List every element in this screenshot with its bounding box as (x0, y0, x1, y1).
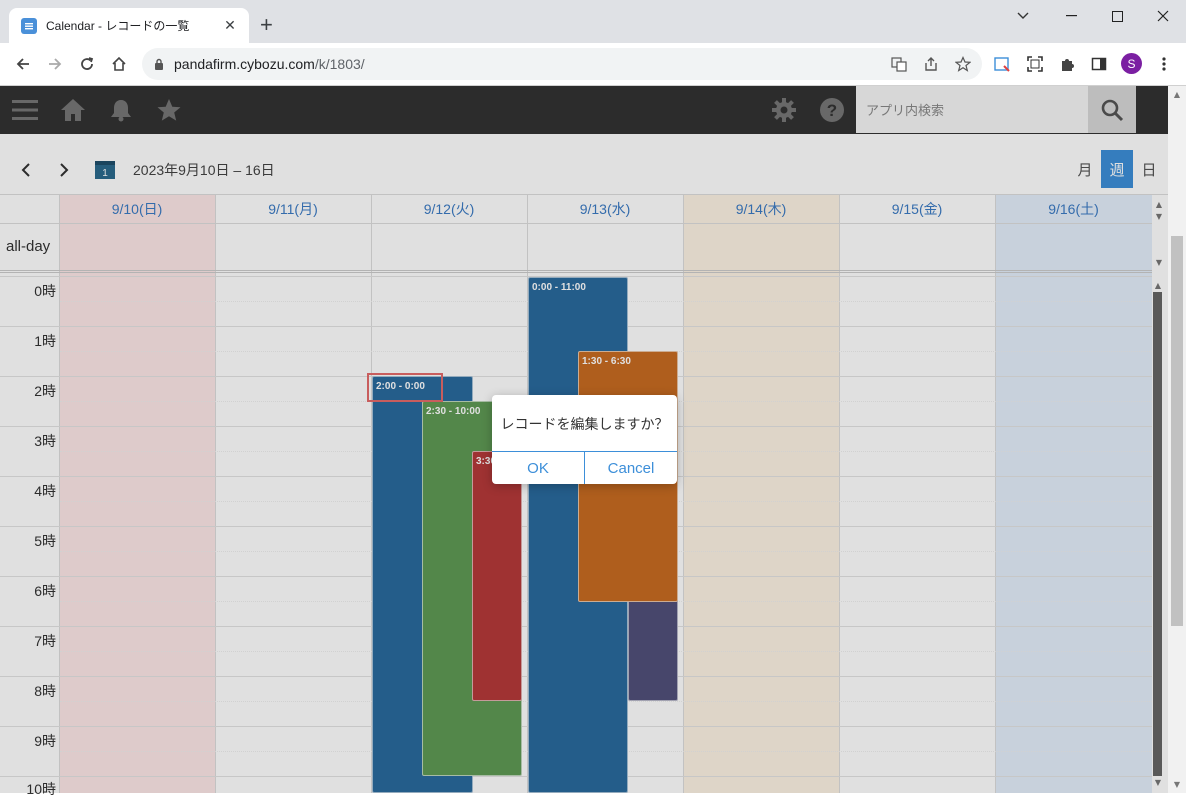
tab-search-icon[interactable] (1000, 0, 1046, 32)
scroll-down-icon[interactable]: ▼ (1172, 780, 1182, 789)
close-tab-icon[interactable]: ✕ (221, 18, 239, 34)
address-bar[interactable]: pandafirm.cybozu.com/k/1803/ (142, 48, 982, 80)
minimize-button[interactable] (1048, 0, 1094, 32)
page-scrollbar-thumb[interactable] (1171, 236, 1183, 626)
close-window-button[interactable] (1140, 0, 1186, 32)
scroll-up-icon[interactable]: ▲ (1172, 90, 1182, 99)
calendar-app-icon (21, 17, 37, 34)
translate-icon[interactable] (890, 55, 908, 73)
maximize-button[interactable] (1094, 0, 1140, 32)
forward-icon[interactable] (41, 50, 69, 78)
home-icon[interactable] (105, 50, 133, 78)
browser-tab[interactable]: Calendar - レコードの一覧 ✕ (9, 8, 249, 43)
extension-calendar-icon[interactable] (993, 55, 1011, 73)
side-panel-icon[interactable] (1090, 55, 1108, 73)
url-host: pandafirm.cybozu.com (174, 56, 315, 72)
browser-menu-icon[interactable] (1155, 55, 1173, 73)
tab-title: Calendar - レコードの一覧 (46, 19, 190, 33)
bookmark-star-icon[interactable] (954, 55, 972, 73)
back-icon[interactable] (9, 50, 37, 78)
screenshot-icon[interactable] (1026, 55, 1044, 73)
share-icon[interactable] (922, 55, 940, 73)
url-path: /k/1803/ (314, 56, 365, 72)
extensions-puzzle-icon[interactable] (1058, 55, 1076, 73)
reload-icon[interactable] (73, 50, 101, 78)
dialog-message: レコードを編集しますか？ (500, 415, 669, 432)
confirm-dialog: レコードを編集しますか？ OK Cancel (492, 395, 677, 484)
new-tab-button[interactable]: + (260, 12, 273, 38)
dialog-buttons: OK Cancel (492, 451, 677, 484)
ok-button[interactable]: OK (492, 452, 584, 484)
cancel-button[interactable]: Cancel (584, 452, 677, 484)
lock-icon (155, 58, 163, 70)
profile-avatar[interactable]: S (1121, 53, 1142, 74)
